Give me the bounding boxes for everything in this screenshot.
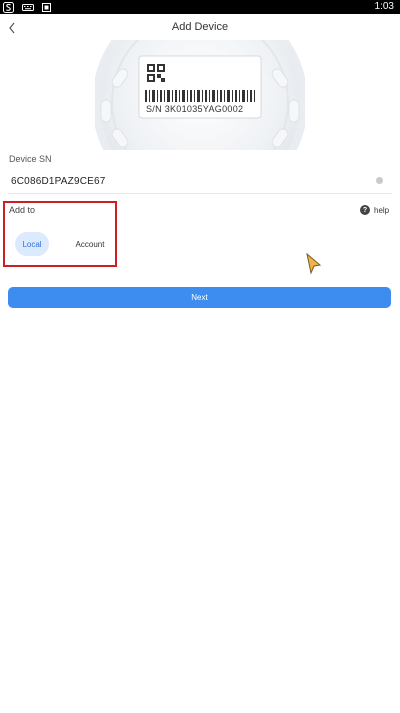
add-to-account-option[interactable]: Account [70,232,110,256]
keyboard-icon [22,3,34,12]
clear-icon[interactable] [376,177,383,184]
notification-s-icon [3,1,14,13]
app-header: Add Device [0,14,400,42]
status-bar: 1:03 [0,0,400,14]
add-to-label: Add to [9,205,36,215]
add-to-local-option[interactable]: Local [15,232,49,256]
help-button[interactable]: ? help [360,204,389,216]
divider [8,193,392,194]
device-sn-label-text: S/N 3K01035YAG0002 [146,104,244,114]
device-sn-label: Device SN [9,154,52,164]
square-icon [42,2,51,12]
device-sn-field[interactable]: 6C086D1PAZ9CE67 [11,176,106,187]
question-icon: ? [360,205,370,215]
status-icons [3,1,51,13]
mouse-pointer-icon [305,252,323,275]
next-button[interactable]: Next [8,287,391,308]
device-image [95,40,305,150]
help-label: help [374,205,390,215]
page-title: Add Device [171,21,229,33]
status-time: 1:03 [374,1,394,12]
